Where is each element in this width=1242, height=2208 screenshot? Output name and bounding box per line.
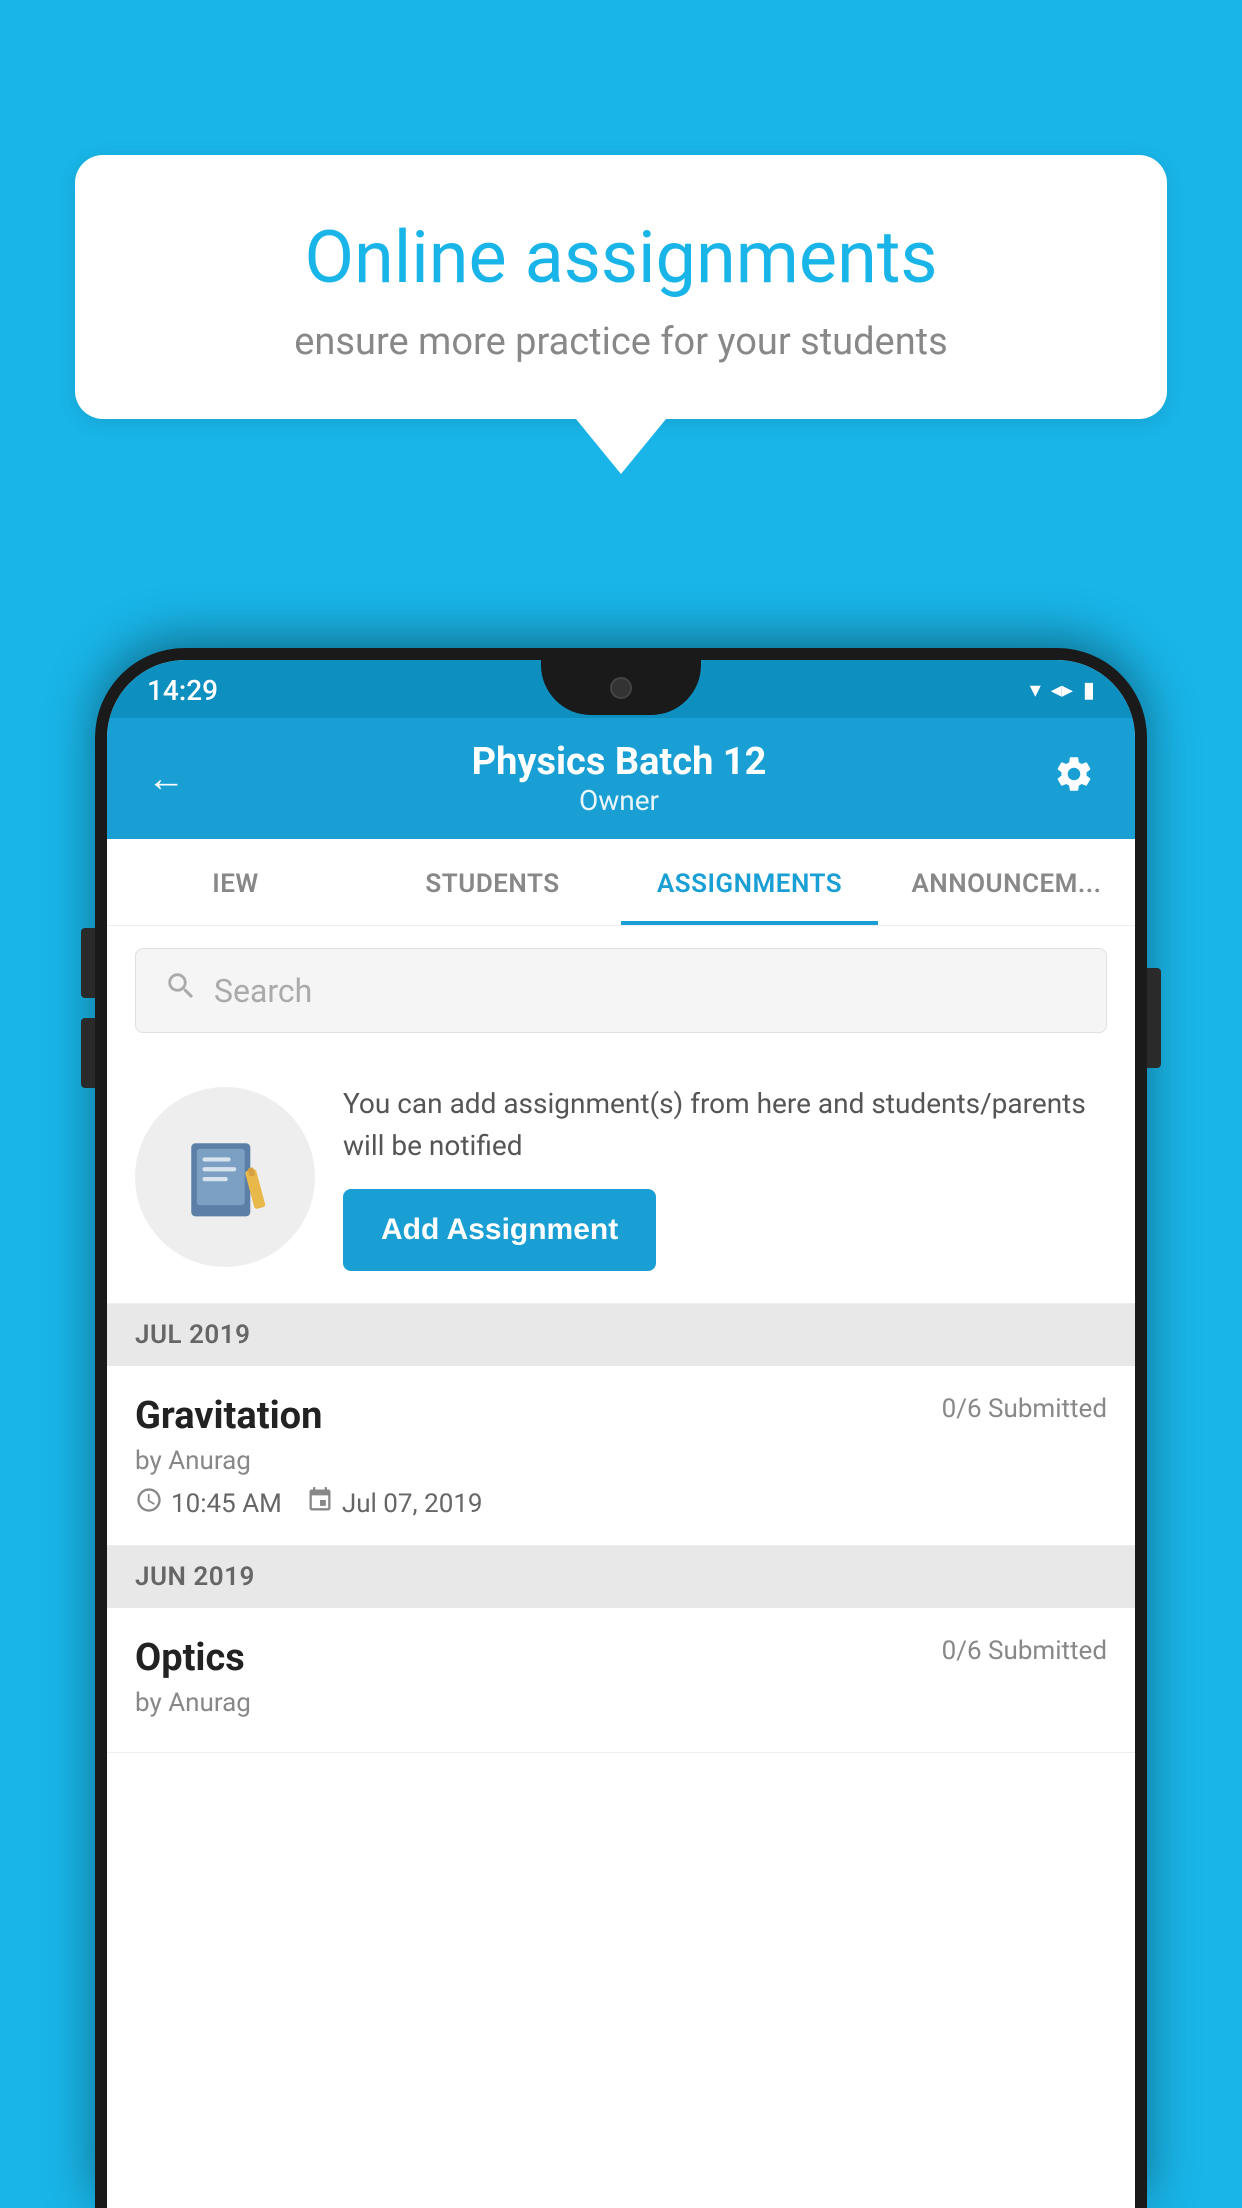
tab-students[interactable]: STUDENTS (364, 839, 621, 925)
speech-bubble-subtitle: ensure more practice for your students (145, 320, 1097, 364)
tab-iew[interactable]: IEW (107, 839, 364, 925)
front-camera (610, 677, 632, 699)
section-jul-header: JUL 2019 (135, 1320, 251, 1350)
search-placeholder: Search (214, 972, 312, 1010)
assignment-name-optics: Optics (135, 1636, 245, 1680)
wifi-icon: ▾ (1030, 678, 1041, 703)
assignment-top-row-optics: Optics 0/6 Submitted (135, 1636, 1107, 1680)
app-bar-center: Physics Batch 12 Owner (472, 740, 767, 817)
tab-announcements[interactable]: ANNOUNCEM... (878, 839, 1135, 925)
assignment-by-gravitation: by Anurag (135, 1446, 1107, 1476)
app-bar-subtitle: Owner (472, 784, 767, 817)
assignment-optics[interactable]: Optics 0/6 Submitted by Anurag (107, 1608, 1135, 1753)
volume-down-button (81, 1018, 95, 1088)
promo-icon (135, 1087, 315, 1267)
settings-button[interactable] (1053, 753, 1095, 805)
back-button[interactable]: ← (147, 757, 185, 801)
phone-screen: 14:29 ▾ ◂▸ ▮ ← Physics Batch 12 Owner IE… (107, 660, 1135, 2208)
search-icon (164, 969, 198, 1012)
signal-icon: ◂▸ (1051, 678, 1073, 703)
assignment-by-optics: by Anurag (135, 1688, 1107, 1718)
search-bar[interactable]: Search (135, 948, 1107, 1033)
speech-bubble-tail (576, 419, 666, 474)
promo-text: You can add assignment(s) from here and … (343, 1083, 1107, 1167)
assignment-time-text: 10:45 AM (171, 1489, 282, 1519)
assignment-time-gravitation: 10:45 AM (135, 1486, 282, 1521)
assignment-top-row: Gravitation 0/6 Submitted (135, 1394, 1107, 1438)
assignment-gravitation[interactable]: Gravitation 0/6 Submitted by Anurag 10:4… (107, 1366, 1135, 1546)
app-bar-title: Physics Batch 12 (472, 740, 767, 784)
power-button (1147, 968, 1161, 1068)
content-area: Search You can add (107, 926, 1135, 2196)
add-assignment-button[interactable]: Add Assignment (343, 1189, 656, 1271)
assignment-name-gravitation: Gravitation (135, 1394, 322, 1438)
assignment-submitted-optics: 0/6 Submitted (942, 1636, 1107, 1666)
section-jul-2019: JUL 2019 (107, 1304, 1135, 1366)
assignment-meta-gravitation: 10:45 AM Jul 07, 2019 (135, 1486, 1107, 1521)
calendar-icon (306, 1486, 334, 1521)
tabs-bar: IEW STUDENTS ASSIGNMENTS ANNOUNCEM... (107, 839, 1135, 926)
volume-up-button (81, 928, 95, 998)
phone-frame: 14:29 ▾ ◂▸ ▮ ← Physics Batch 12 Owner IE… (95, 648, 1147, 2208)
speech-bubble-title: Online assignments (145, 215, 1097, 300)
app-bar: ← Physics Batch 12 Owner (107, 718, 1135, 839)
notch (541, 660, 701, 715)
speech-bubble-wrapper: Online assignments ensure more practice … (75, 155, 1167, 474)
clock-icon (135, 1486, 163, 1521)
tab-assignments[interactable]: ASSIGNMENTS (621, 839, 878, 925)
assignment-submitted-gravitation: 0/6 Submitted (942, 1394, 1107, 1424)
speech-bubble: Online assignments ensure more practice … (75, 155, 1167, 419)
assignment-date-gravitation: Jul 07, 2019 (306, 1486, 483, 1521)
status-time: 14:29 (147, 674, 218, 707)
section-jun-2019: JUN 2019 (107, 1546, 1135, 1608)
section-jun-header: JUN 2019 (135, 1562, 255, 1592)
promo-section: You can add assignment(s) from here and … (107, 1055, 1135, 1304)
search-container: Search (107, 926, 1135, 1055)
status-icons: ▾ ◂▸ ▮ (1030, 678, 1095, 703)
assignment-date-text: Jul 07, 2019 (342, 1489, 483, 1519)
battery-icon: ▮ (1083, 678, 1095, 703)
promo-right: You can add assignment(s) from here and … (343, 1083, 1107, 1271)
